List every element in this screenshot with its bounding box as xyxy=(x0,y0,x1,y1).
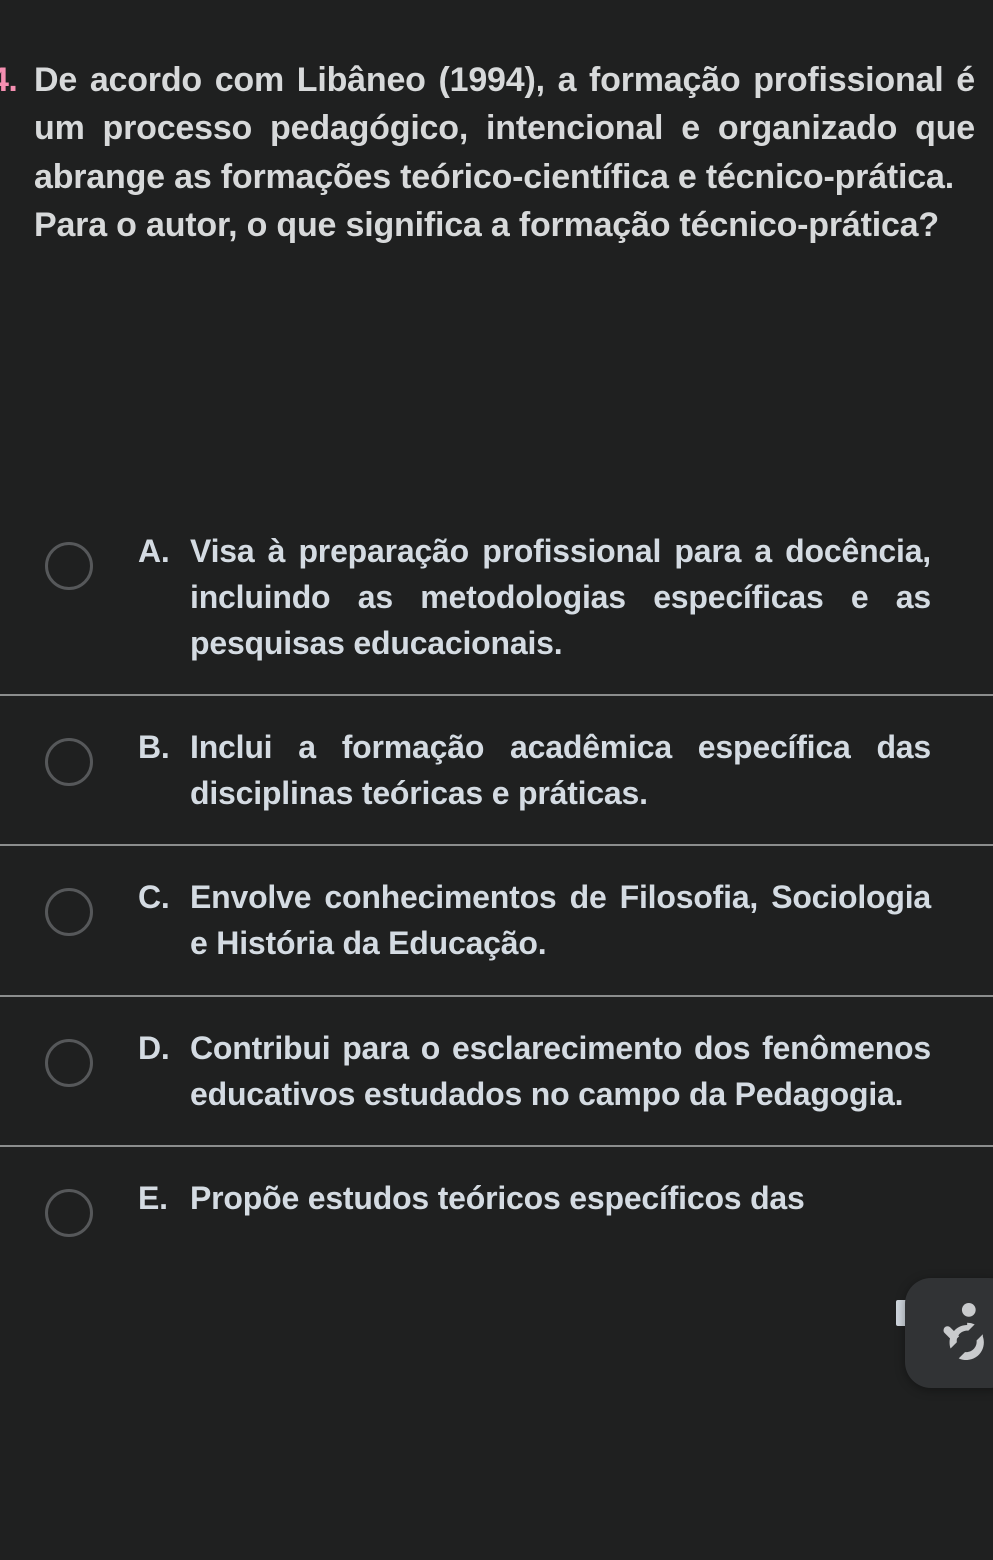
radio-button-b-icon[interactable] xyxy=(45,738,93,787)
option-a-text: Visa à preparação profissional para a do… xyxy=(190,533,931,662)
radio-cell-e[interactable] xyxy=(0,1175,138,1237)
options-list: A. Visa à preparação profissional para a… xyxy=(0,500,993,1265)
question-paragraph-1: De acordo com Libâneo (1994), a formação… xyxy=(34,61,975,196)
option-d-text: Contribui para o esclarecimento dos fenô… xyxy=(190,1029,931,1112)
radio-button-a-icon[interactable] xyxy=(45,542,93,590)
option-a-letter: A. xyxy=(138,533,170,569)
option-c-text: Envolve conhecimentos de Filosofia, Soci… xyxy=(190,879,931,962)
question-block: 4. De acordo com Libâneo (1994), a forma… xyxy=(0,56,993,249)
option-d-letter: D. xyxy=(138,1029,170,1066)
radio-button-e-icon[interactable] xyxy=(45,1188,93,1237)
option-b[interactable]: B. Inclui a formação acadêmica específic… xyxy=(0,694,993,844)
question-text: De acordo com Libâneo (1994), a formação… xyxy=(34,56,975,249)
question-paragraph-2: Para o autor, o que significa a formação… xyxy=(34,205,939,244)
radio-cell-d[interactable] xyxy=(0,1025,138,1087)
option-e-text: Propõe estudos teóricos específicos das xyxy=(190,1179,805,1216)
option-a[interactable]: A. Visa à preparação profissional para a… xyxy=(0,500,993,694)
option-b-letter: B. xyxy=(138,729,170,766)
radio-button-c-icon[interactable] xyxy=(45,888,93,937)
quiz-page: 4. De acordo com Libâneo (1994), a forma… xyxy=(0,0,993,1560)
radio-cell-c[interactable] xyxy=(0,874,138,937)
option-c[interactable]: C. Envolve conhecimentos de Filosofia, S… xyxy=(0,844,993,994)
radio-cell-a[interactable] xyxy=(0,528,138,590)
question-number: 4. xyxy=(0,61,18,99)
option-d[interactable]: D. Contribui para o esclarecimento dos f… xyxy=(0,994,993,1145)
option-e[interactable]: E. Propõe estudos teóricos específicos d… xyxy=(0,1144,993,1265)
option-e-letter: E. xyxy=(138,1179,168,1216)
option-c-letter: C. xyxy=(138,879,170,916)
radio-cell-b[interactable] xyxy=(0,724,138,787)
question-row: 4. De acordo com Libâneo (1994), a forma… xyxy=(0,56,975,249)
accessibility-icon xyxy=(943,1303,984,1361)
option-b-text: Inclui a formação acadêmica específica d… xyxy=(190,729,931,812)
radio-button-d-icon[interactable] xyxy=(45,1038,93,1087)
accessibility-widget-button[interactable] xyxy=(905,1278,993,1388)
